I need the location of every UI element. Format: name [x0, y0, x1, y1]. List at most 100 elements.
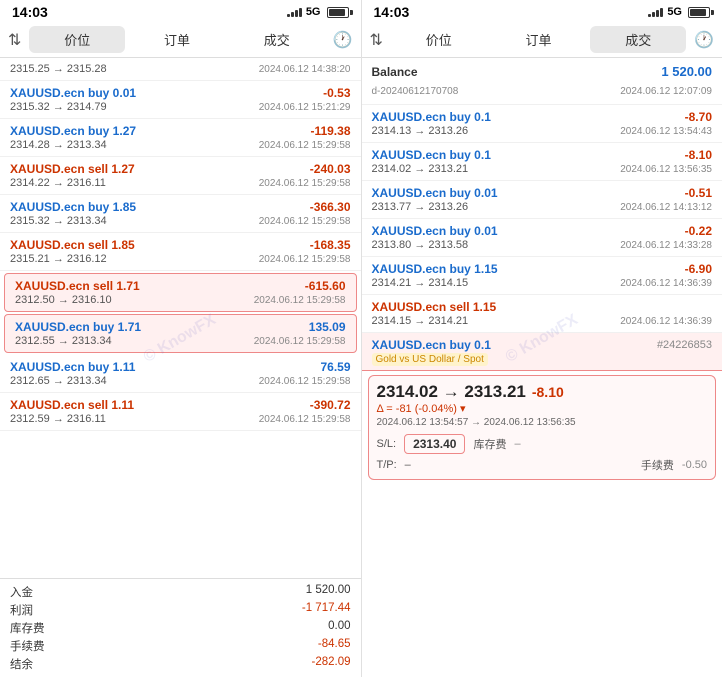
trade-symbol: XAUUSD.ecn buy 1.71 [15, 320, 141, 334]
left-panel: © KnowFX 14:03 5G ⇅ 价位 订单 成交 🕐 2315.25 →… [0, 0, 361, 677]
trade-item[interactable]: XAUUSD.ecn buy 0.01 -0.51 2313.77 → 2313… [362, 181, 722, 219]
trade-date: 2024.06.12 14:33:28 [620, 240, 712, 251]
trade-pnl: -0.51 [685, 186, 712, 200]
tab-deal-right[interactable]: 成交 [590, 26, 686, 53]
profit-label: 利润 [10, 602, 33, 618]
trade-item[interactable]: XAUUSD.ecn sell 1.15 2314.15 → 2314.21 2… [362, 295, 722, 333]
trade-symbol: XAUUSD.ecn buy 1.11 [10, 360, 135, 374]
trade-item[interactable]: 2315.25 → 2315.28 2024.06.12 14:38:20 [0, 58, 361, 81]
detail-header: 2314.02 → 2313.21 -8.10 Δ = -81 (-0.04%)… [377, 382, 708, 430]
right-trade-list: XAUUSD.ecn buy 0.1 -8.70 2314.13 → 2313.… [362, 105, 722, 677]
tab-jiwei-right[interactable]: 价位 [391, 26, 487, 53]
trade-symbol: XAUUSD.ecn buy 1.27 [10, 124, 136, 138]
sort-icon-left[interactable]: ⇅ [8, 30, 21, 50]
trade-symbol: XAUUSD.ecn buy 0.1 [372, 110, 491, 124]
trade-item-highlighted[interactable]: XAUUSD.ecn buy 1.71 135.09 2312.55 → 231… [4, 314, 357, 353]
balance-label: 结余 [10, 656, 33, 672]
left-tab-bar: ⇅ 价位 订单 成交 🕐 [0, 22, 361, 58]
trade-price: 2314.28 → 2313.34 [10, 139, 107, 151]
trade-date: 2024.06.12 14:36:39 [620, 278, 712, 289]
summary-row-balance: 结余 -282.09 [10, 655, 351, 673]
trade-symbol: XAUUSD.ecn buy 0.01 [372, 224, 498, 238]
sort-icon-right[interactable]: ⇅ [370, 30, 383, 50]
trade-symbol: XAUUSD.ecn buy 0.01 [372, 186, 498, 200]
trade-pnl: -0.53 [323, 86, 350, 100]
tp-value: – [405, 459, 411, 471]
network-label-left: 5G [306, 6, 321, 18]
trade-pnl: -366.30 [310, 200, 351, 214]
deposit-label: 入金 [10, 584, 33, 600]
commission-value: -84.65 [318, 638, 351, 654]
trade-item[interactable]: XAUUSD.ecn buy 0.1 -8.70 2314.13 → 2313.… [362, 105, 722, 143]
summary-row-storage: 库存费 0.00 [10, 619, 351, 637]
balance-value: -282.09 [311, 656, 350, 672]
trade-item[interactable]: XAUUSD.ecn buy 1.85 -366.30 2315.32 → 23… [0, 195, 361, 233]
clock-icon-right[interactable]: 🕐 [694, 30, 714, 50]
left-summary-footer: 入金 1 520.00 利润 -1 717.44 库存费 0.00 手续费 -8… [0, 578, 361, 677]
trade-item[interactable]: XAUUSD.ecn buy 0.1 -8.10 2314.02 → 2313.… [362, 143, 722, 181]
detail-popup[interactable]: 2314.02 → 2313.21 -8.10 Δ = -81 (-0.04%)… [368, 375, 717, 480]
trade-item-selected[interactable]: XAUUSD.ecn buy 0.1 #24226853 Gold vs US … [362, 333, 722, 371]
commission-value-detail: -0.50 [682, 459, 707, 471]
trade-pnl: -8.10 [685, 148, 712, 162]
trade-item[interactable]: XAUUSD.ecn sell 1.11 -390.72 2312.59 → 2… [0, 393, 361, 431]
right-status-bar: 14:03 5G [362, 0, 722, 22]
trade-item[interactable]: XAUUSD.ecn sell 1.27 -240.03 2314.22 → 2… [0, 157, 361, 195]
trade-price: 2315.32 → 2313.34 [10, 215, 107, 227]
tab-order-right[interactable]: 订单 [491, 26, 587, 53]
trade-symbol: XAUUSD.ecn sell 1.71 [15, 279, 140, 293]
trade-price: 2314.13 → 2313.26 [372, 125, 469, 137]
trade-pnl: -8.70 [685, 110, 712, 124]
tab-deal-left[interactable]: 成交 [229, 26, 325, 53]
trade-item-highlighted[interactable]: XAUUSD.ecn sell 1.71 -615.60 2312.50 → 2… [4, 273, 357, 312]
battery-right [688, 7, 710, 18]
trade-pnl: -615.60 [305, 279, 346, 293]
trade-price: 2315.25 → 2315.28 [10, 63, 107, 75]
trade-price: 2312.50 → 2316.10 [15, 294, 112, 306]
trade-price: 2312.65 → 2313.34 [10, 375, 107, 387]
sl-label: S/L: [377, 438, 397, 450]
right-panel: © KnowFX 14:03 5G ⇅ 价位 订单 成交 🕐 Balance d… [361, 0, 722, 677]
network-label-right: 5G [667, 6, 682, 18]
profit-value: -1 717.44 [302, 602, 351, 618]
trade-symbol: XAUUSD.ecn buy 0.1 [372, 148, 491, 162]
trade-symbol: XAUUSD.ecn buy 1.15 [372, 262, 498, 276]
summary-row-deposit: 入金 1 520.00 [10, 583, 351, 601]
trade-pnl: -168.35 [310, 238, 351, 252]
trade-item[interactable]: XAUUSD.ecn buy 0.01 -0.22 2313.80 → 2313… [362, 219, 722, 257]
signal-bars-left [287, 7, 302, 17]
left-trade-list: 2315.25 → 2315.28 2024.06.12 14:38:20 XA… [0, 58, 361, 578]
trade-price: 2313.80 → 2313.58 [372, 239, 469, 251]
trade-item[interactable]: XAUUSD.ecn buy 1.11 76.59 2312.65 → 2313… [0, 355, 361, 393]
trade-date: 2024.06.12 15:29:58 [259, 414, 351, 425]
trade-date: 2024.06.12 15:29:58 [259, 254, 351, 265]
tab-order-left[interactable]: 订单 [129, 26, 225, 53]
trade-price: 2314.02 → 2313.21 [372, 163, 469, 175]
trade-date: 2024.06.12 15:21:29 [259, 102, 351, 113]
storage-label: 库存费 [10, 620, 45, 636]
trade-item[interactable]: XAUUSD.ecn buy 1.27 -119.38 2314.28 → 23… [0, 119, 361, 157]
trade-symbol: XAUUSD.ecn sell 1.15 [372, 300, 497, 314]
trade-pnl: 135.09 [309, 320, 346, 334]
gold-label: Gold vs US Dollar / Spot [372, 353, 488, 366]
storage-label-detail: 库存费 [473, 436, 506, 452]
trade-item[interactable]: XAUUSD.ecn buy 0.01 -0.53 2315.32 → 2314… [0, 81, 361, 119]
trade-item[interactable]: XAUUSD.ecn buy 1.15 -6.90 2314.21 → 2314… [362, 257, 722, 295]
trade-price: 2315.32 → 2314.79 [10, 101, 107, 113]
clock-icon-left[interactable]: 🕐 [333, 30, 353, 50]
balance-label: Balance [372, 65, 418, 79]
detail-price-main: 2314.02 → 2313.21 [377, 382, 526, 402]
trade-pnl: 76.59 [320, 360, 350, 374]
trade-date: 2024.06.12 15:29:58 [259, 376, 351, 387]
trade-date: 2024.06.12 14:36:39 [620, 316, 712, 327]
signal-bars-right [648, 7, 663, 17]
storage-value-detail: – [514, 438, 520, 450]
trade-date: 2024.06.12 15:29:58 [254, 336, 346, 347]
detail-delta: Δ = -81 (-0.04%) ▾ [377, 402, 576, 415]
trade-item[interactable]: XAUUSD.ecn sell 1.85 -168.35 2315.21 → 2… [0, 233, 361, 271]
tab-jiwei-left[interactable]: 价位 [29, 26, 125, 53]
right-tab-bar: ⇅ 价位 订单 成交 🕐 [362, 22, 722, 58]
trade-date: 2024.06.12 13:56:35 [620, 164, 712, 175]
trade-price: 2313.77 → 2313.26 [372, 201, 469, 213]
commission-label: 手续费 [10, 638, 45, 654]
